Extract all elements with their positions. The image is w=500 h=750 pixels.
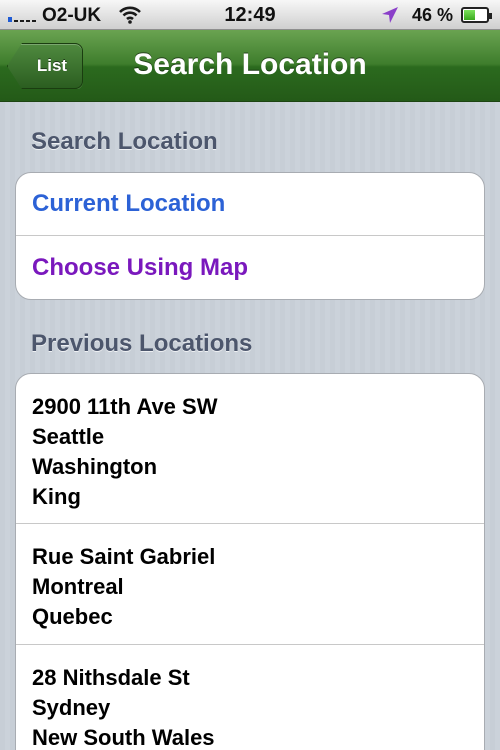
back-button-label: List [36, 56, 68, 75]
location-line: Rue Saint Gabriel [32, 544, 216, 569]
location-row-seattle[interactable]: 2900 11th Ave SW Seattle Washington King [16, 374, 484, 524]
page-title: Search Location [133, 48, 367, 81]
location-line: New South Wales [32, 725, 215, 750]
location-line: Washington [32, 454, 158, 479]
battery-percentage: 46 % [412, 5, 454, 25]
battery-icon [461, 7, 492, 23]
location-row-sydney[interactable]: 28 Nithsdale St Sydney New South Wales [16, 645, 484, 750]
location-line: 2900 11th Ave SW [32, 394, 218, 419]
location-line: Seattle [32, 424, 105, 449]
location-arrow-icon [382, 7, 398, 23]
back-button[interactable]: List [7, 43, 83, 89]
previous-locations-list: 2900 11th Ave SW Seattle Washington King… [15, 373, 485, 750]
search-options-group: Current Location Choose Using Map [15, 172, 485, 300]
location-line: King [32, 484, 81, 509]
location-line: Montreal [32, 574, 124, 599]
search-section-header: Search Location [31, 128, 218, 155]
current-location-button[interactable]: Current Location [16, 173, 484, 236]
status-bar: O2-UK 12:49 46 % [0, 0, 500, 30]
previous-section-header: Previous Locations [31, 330, 253, 357]
location-line: Sydney [32, 695, 111, 720]
location-row-montreal[interactable]: Rue Saint Gabriel Montreal Quebec [16, 524, 484, 645]
choose-using-map-button[interactable]: Choose Using Map [16, 236, 484, 299]
location-line: Quebec [32, 604, 113, 629]
navigation-bar: List Search Location [0, 30, 500, 102]
location-line: 28 Nithsdale St [32, 665, 190, 690]
